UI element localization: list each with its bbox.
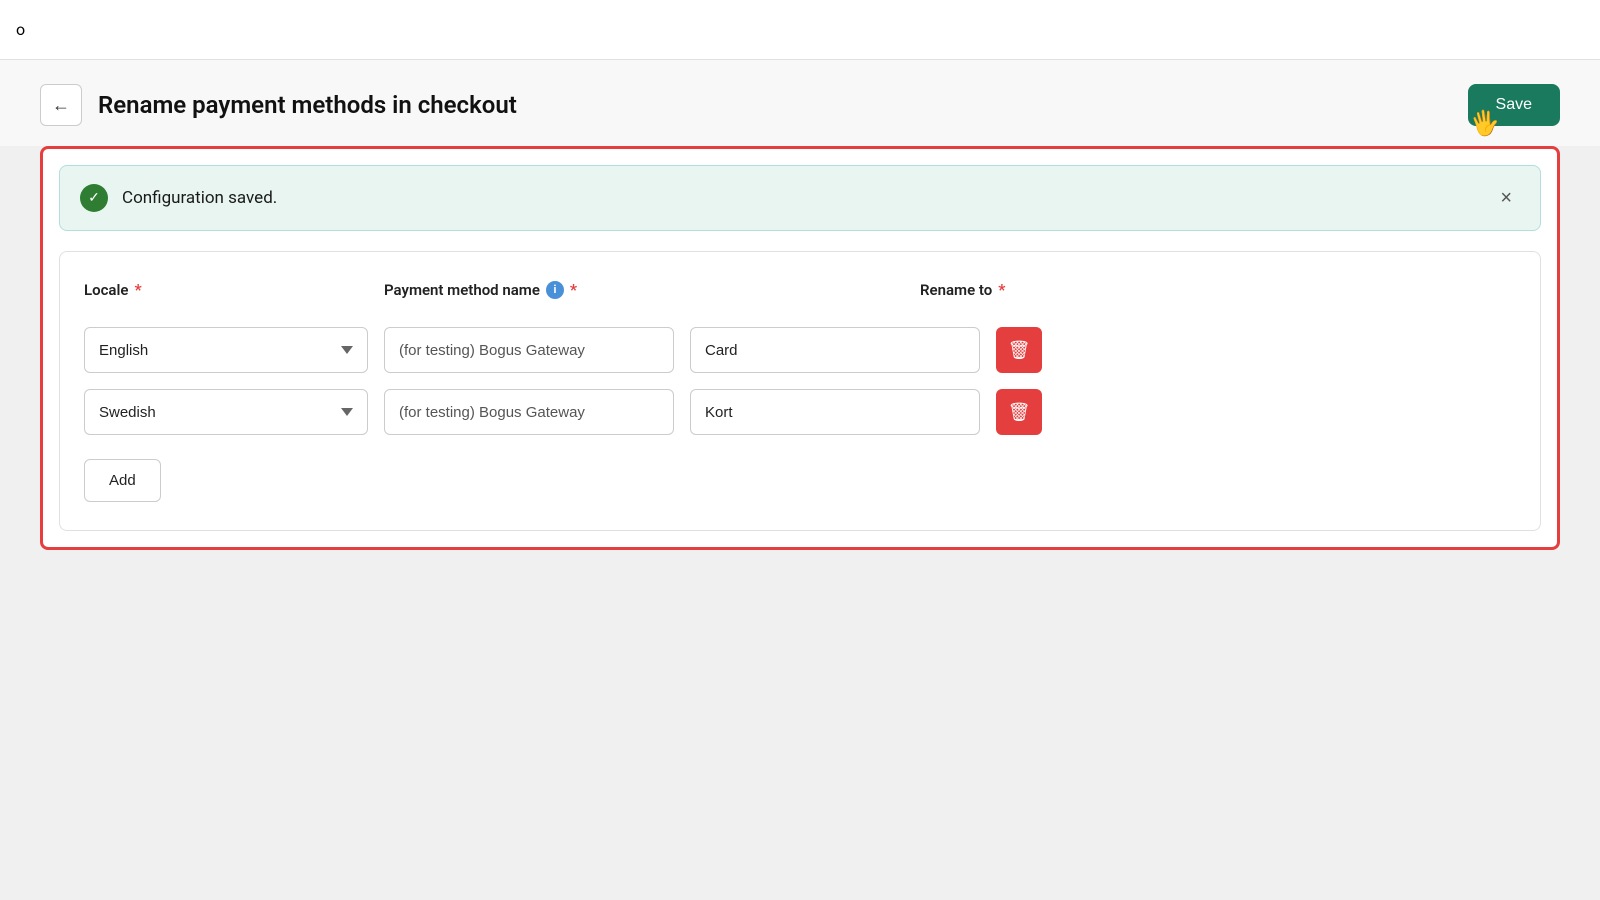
locale-label: Locale * — [84, 280, 368, 299]
payment-method-input-2[interactable] — [384, 389, 674, 435]
main-content: ✓ Configuration saved. × Locale * Paymen… — [0, 146, 1600, 550]
rename-to-input-2[interactable] — [690, 389, 980, 435]
success-icon: ✓ — [80, 184, 108, 212]
trash-icon-2: 🗑 — [1008, 402, 1031, 423]
add-row-button[interactable]: Add — [84, 459, 161, 502]
top-bar: o — [0, 0, 1600, 60]
success-banner: ✓ Configuration saved. × — [59, 165, 1541, 231]
save-button[interactable]: Save — [1468, 84, 1560, 126]
table-row: English Swedish German French Spanish 🗑 — [84, 389, 1516, 435]
locale-select-1[interactable]: English Swedish German French Spanish — [84, 327, 368, 373]
delete-row-2-button[interactable]: 🗑 — [996, 389, 1042, 435]
close-banner-button[interactable]: × — [1492, 185, 1520, 212]
payment-required-star: * — [570, 280, 577, 299]
payment-method-label: Payment method name i * — [384, 280, 904, 299]
form-card: Locale * Payment method name i * Rename … — [59, 251, 1541, 531]
success-banner-left: ✓ Configuration saved. — [80, 184, 277, 212]
trash-icon-1: 🗑 — [1008, 340, 1031, 361]
back-button[interactable]: ← — [40, 84, 82, 126]
rename-to-header: Rename to * — [920, 280, 1456, 311]
action-header — [1456, 280, 1516, 311]
page-title: Rename payment methods in checkout — [98, 91, 517, 119]
rename-required-star: * — [998, 280, 1005, 299]
success-message: Configuration saved. — [122, 188, 277, 208]
locale-header: Locale * — [84, 280, 384, 311]
page-header: ← Rename payment methods in checkout Sav… — [0, 60, 1600, 146]
payment-method-input-1[interactable] — [384, 327, 674, 373]
red-outline-box: ✓ Configuration saved. × Locale * Paymen… — [40, 146, 1560, 550]
back-icon: ← — [52, 95, 70, 116]
table-row: English Swedish German French Spanish 🗑 — [84, 327, 1516, 373]
form-headers: Locale * Payment method name i * Rename … — [84, 280, 1516, 311]
locale-select-2[interactable]: English Swedish German French Spanish — [84, 389, 368, 435]
delete-row-1-button[interactable]: 🗑 — [996, 327, 1042, 373]
save-area: Save 🖐 — [1468, 84, 1560, 126]
info-icon[interactable]: i — [546, 281, 564, 299]
top-bar-text: o — [16, 20, 25, 39]
rename-to-input-1[interactable] — [690, 327, 980, 373]
locale-required-star: * — [134, 280, 141, 299]
page-header-left: ← Rename payment methods in checkout — [40, 84, 517, 126]
rename-to-label: Rename to * — [920, 280, 1440, 299]
payment-method-header: Payment method name i * — [384, 280, 920, 311]
